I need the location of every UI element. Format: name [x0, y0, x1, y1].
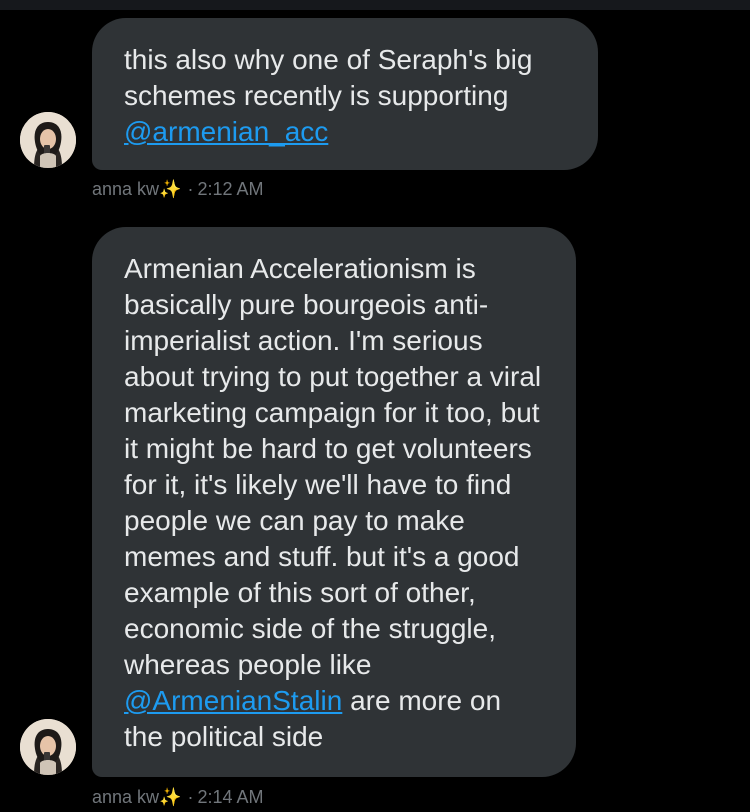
avatar-photo-icon [20, 112, 76, 168]
meta-separator: · [187, 787, 194, 807]
avatar-photo-icon [20, 719, 76, 775]
message-text: this also why one of Seraph's big scheme… [124, 44, 533, 111]
avatar[interactable] [20, 112, 76, 168]
sparkles-icon: ✨ [159, 179, 182, 199]
mention-link[interactable]: @ArmenianStalin [124, 685, 342, 716]
message-bubble[interactable]: Armenian Accelerationism is basically pu… [92, 227, 576, 777]
top-divider-strip [0, 0, 750, 10]
sender-name: anna kw [92, 787, 160, 807]
mention-link[interactable]: @armenian_acc [124, 116, 328, 147]
sparkles-icon: ✨ [159, 787, 182, 807]
sender-name: anna kw [92, 179, 160, 199]
avatar[interactable] [20, 719, 76, 775]
meta-separator: · [187, 179, 194, 199]
message-time: 2:12 AM [197, 179, 264, 199]
message-meta: anna kw✨ · 2:14 AM [92, 786, 264, 808]
message-time: 2:14 AM [197, 787, 264, 807]
message-bubble[interactable]: this also why one of Seraph's big scheme… [92, 18, 598, 170]
message-text: Armenian Accelerationism is basically pu… [124, 253, 542, 680]
message-meta: anna kw✨ · 2:12 AM [92, 178, 264, 200]
